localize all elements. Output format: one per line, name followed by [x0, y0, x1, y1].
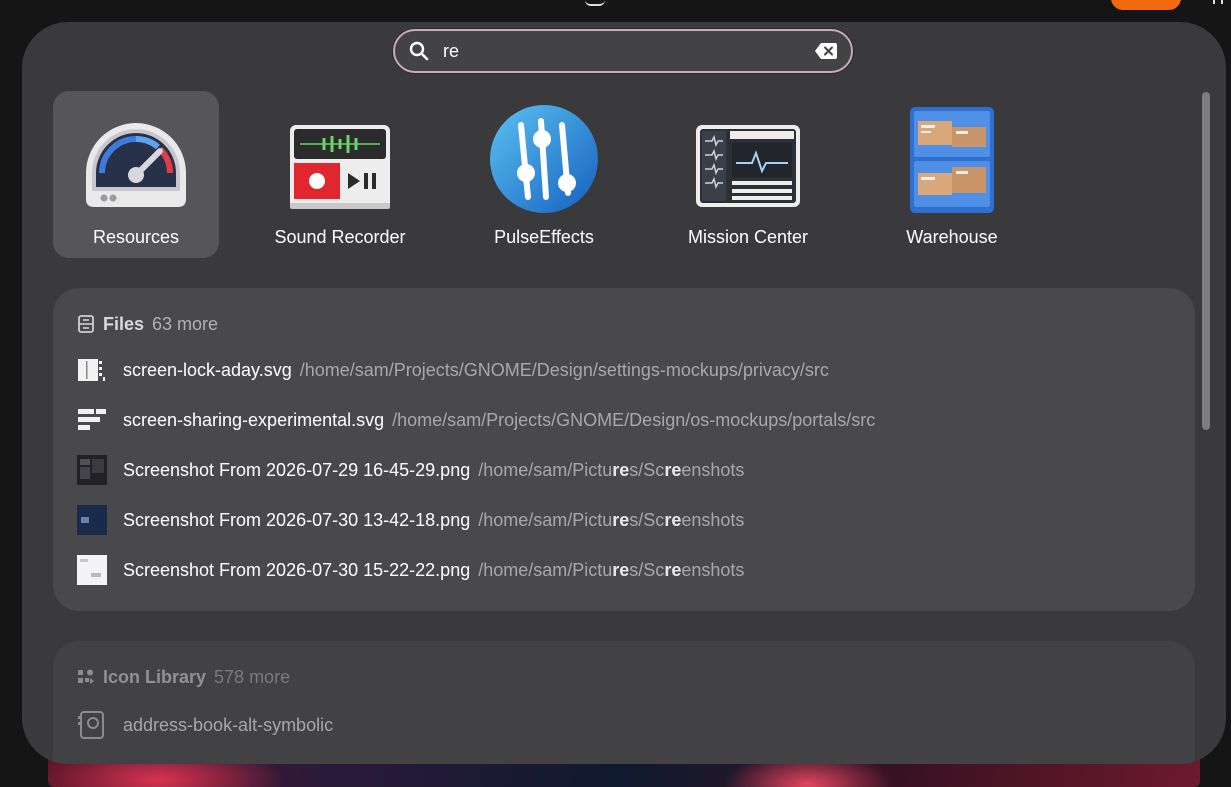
icon-result-row[interactable]: address-book-alt-symbolic [77, 709, 1177, 741]
warehouse-cabinet-icon [910, 107, 994, 213]
file-path: /home/sam/Pictures/Screenshots [478, 559, 745, 580]
top-bar-indicator-badge[interactable] [1111, 0, 1181, 10]
app-warehouse[interactable]: Warehouse [869, 91, 1035, 258]
file-path: /home/sam/Pictures/Screenshots [478, 459, 745, 480]
icon-library-header[interactable]: Icon Library 578 more [77, 665, 290, 689]
search-entry[interactable] [393, 29, 853, 73]
file-result-row[interactable]: screen-sharing-experimental.svg /home/sa… [77, 404, 1177, 436]
app-results-row: Resources Sound Recorder PulseEffects Mi… [53, 91, 1153, 258]
icon-library-icon [78, 669, 94, 684]
files-results-card: Files 63 more screen-lock-aday.svg /home… [53, 288, 1195, 611]
mission-center-monitor-icon [696, 125, 800, 207]
pulseeffects-sliders-icon [490, 105, 598, 213]
app-sound-recorder[interactable]: Sound Recorder [257, 91, 423, 258]
file-result-row[interactable]: Screenshot From 2026-07-29 16-45-29.png … [77, 454, 1177, 486]
file-path: /home/sam/Pictures/Screenshots [478, 509, 745, 530]
file-result-row[interactable]: screen-lock-aday.svg /home/sam/Projects/… [77, 354, 1177, 386]
file-path: /home/sam/Projects/GNOME/Design/os-mocku… [392, 409, 876, 430]
app-resources[interactable]: Resources [53, 91, 219, 258]
file-name: screen-lock-aday.svg [123, 359, 292, 380]
file-name: Screenshot From 2026-07-30 13-42-18.png [123, 509, 471, 530]
file-result-row[interactable]: Screenshot From 2026-07-30 15-22-22.png … [77, 554, 1177, 586]
top-bar-clock-fragment [585, 0, 605, 6]
app-label: Sound Recorder [274, 227, 406, 247]
app-mission-center[interactable]: Mission Center [665, 91, 831, 258]
clear-text-icon[interactable] [815, 43, 837, 59]
png-screenshot-thumbnail [77, 455, 107, 485]
results-scrollbar[interactable] [1202, 92, 1210, 430]
app-label: Warehouse [906, 227, 998, 247]
icon-name: address-book-alt-symbolic [123, 714, 334, 735]
search-icon [409, 41, 429, 61]
top-bar-pause-icon [1213, 0, 1223, 4]
icon-library-more-count: 578 more [214, 666, 291, 687]
files-header[interactable]: Files 63 more [77, 312, 218, 336]
icon-library-results-card: Icon Library 578 more address-book-alt-s… [53, 641, 1195, 764]
file-result-row[interactable]: Screenshot From 2026-07-30 13-42-18.png … [77, 504, 1177, 536]
address-book-icon [78, 711, 104, 739]
file-name: Screenshot From 2026-07-29 16-45-29.png [123, 459, 471, 480]
icon-library-title: Icon Library [103, 666, 207, 687]
file-cabinet-icon [78, 315, 94, 333]
svg-file-thumbnail [78, 409, 106, 430]
file-name: Screenshot From 2026-07-30 15-22-22.png [123, 559, 471, 580]
resources-gauge-icon [86, 123, 186, 207]
search-overlay-panel: Resources Sound Recorder [22, 22, 1226, 764]
sound-recorder-icon [290, 125, 390, 209]
file-name: screen-sharing-experimental.svg [123, 409, 385, 430]
app-label: Mission Center [687, 227, 809, 247]
app-pulseeffects[interactable]: PulseEffects [461, 91, 627, 258]
file-path: /home/sam/Projects/GNOME/Design/settings… [299, 359, 829, 380]
svg-file-thumbnail [78, 359, 105, 381]
app-label: Resources [92, 227, 180, 247]
files-title: Files [103, 313, 145, 334]
app-label: PulseEffects [494, 227, 594, 247]
search-input[interactable] [443, 39, 803, 63]
png-screenshot-thumbnail [77, 505, 107, 535]
files-more-count: 63 more [152, 313, 219, 334]
png-screenshot-thumbnail [77, 555, 107, 585]
